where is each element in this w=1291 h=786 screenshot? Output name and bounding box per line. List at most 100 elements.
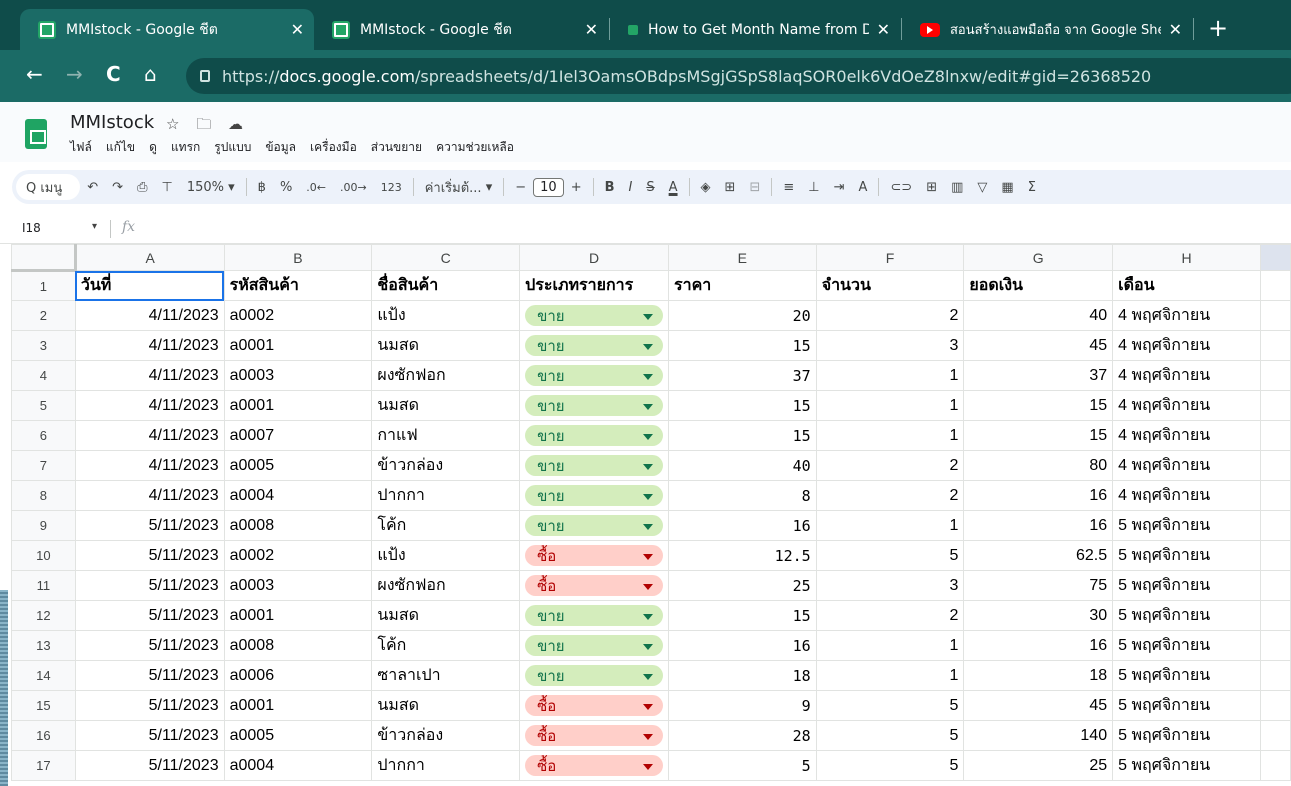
text-color-button[interactable]: A xyxy=(662,180,685,195)
new-tab-button[interactable]: + xyxy=(1208,14,1228,42)
type-cell[interactable]: ซื้อ xyxy=(519,750,670,781)
price-cell[interactable]: 8 xyxy=(668,480,817,511)
month-cell[interactable]: 5 พฤศจิกายน xyxy=(1112,510,1261,541)
qty-cell[interactable]: 2 xyxy=(815,480,965,511)
month-cell[interactable]: 5 พฤศจิกายน xyxy=(1112,630,1261,661)
insert-link-icon[interactable]: ⊂⊃ xyxy=(883,180,919,195)
total-cell[interactable]: 16 xyxy=(963,510,1114,541)
date-cell[interactable]: 5/11/2023 xyxy=(74,600,225,631)
product-name-cell[interactable]: ซาลาเปา xyxy=(371,660,521,691)
date-cell[interactable]: 5/11/2023 xyxy=(74,630,225,661)
qty-cell[interactable]: 3 xyxy=(815,330,965,361)
column-header-h[interactable]: H xyxy=(1112,244,1261,271)
date-cell[interactable]: 4/11/2023 xyxy=(74,330,225,361)
column-header-f[interactable]: F xyxy=(815,244,965,271)
row-header[interactable]: 8 xyxy=(11,480,76,511)
qty-cell[interactable]: 1 xyxy=(815,360,965,391)
row-header[interactable]: 9 xyxy=(11,510,76,541)
menu-edit[interactable]: แก้ไข xyxy=(106,138,135,157)
type-dropdown-chip[interactable]: ขาย xyxy=(525,395,664,416)
type-dropdown-chip[interactable]: ขาย xyxy=(525,305,664,326)
header-cell-qty[interactable]: จำนวน xyxy=(815,270,965,301)
product-name-cell[interactable]: โค้ก xyxy=(371,510,521,541)
header-cell-type[interactable]: ประเภทรายการ xyxy=(519,270,670,301)
code-cell[interactable]: a0004 xyxy=(223,750,373,781)
price-cell[interactable]: 18 xyxy=(668,660,817,691)
empty-cell[interactable] xyxy=(1259,690,1291,721)
price-cell[interactable]: 16 xyxy=(668,630,817,661)
month-cell[interactable]: 4 พฤศจิกายน xyxy=(1112,300,1261,331)
date-cell[interactable]: 5/11/2023 xyxy=(74,570,225,601)
price-cell[interactable]: 15 xyxy=(668,330,817,361)
type-cell[interactable]: ซื้อ xyxy=(519,690,670,721)
qty-cell[interactable]: 2 xyxy=(815,600,965,631)
month-cell[interactable]: 4 พฤศจิกายน xyxy=(1112,360,1261,391)
month-cell[interactable]: 5 พฤศจิกายน xyxy=(1112,570,1261,601)
empty-cell[interactable] xyxy=(1259,270,1291,301)
type-cell[interactable]: ขาย xyxy=(519,450,670,481)
code-cell[interactable]: a0001 xyxy=(223,330,373,361)
product-name-cell[interactable]: ปากกา xyxy=(371,480,521,511)
menu-help[interactable]: ความช่วยเหลือ xyxy=(436,138,514,157)
date-cell[interactable]: 5/11/2023 xyxy=(74,540,225,571)
redo-icon[interactable]: ↷ xyxy=(105,180,130,195)
header-cell-name[interactable]: ชื่อสินค้า xyxy=(371,270,521,301)
zoom-select[interactable]: 150% ▾ xyxy=(180,180,242,195)
row-header[interactable]: 7 xyxy=(11,450,76,481)
code-cell[interactable]: a0005 xyxy=(223,720,373,751)
month-cell[interactable]: 5 พฤศจิกายน xyxy=(1112,690,1261,721)
menu-search-input[interactable]: Q เมนู xyxy=(16,174,81,200)
total-cell[interactable]: 45 xyxy=(963,690,1114,721)
menu-format[interactable]: รูปแบบ xyxy=(214,138,251,157)
qty-cell[interactable]: 2 xyxy=(815,450,965,481)
type-cell[interactable]: ซื้อ xyxy=(519,720,670,751)
empty-cell[interactable] xyxy=(1259,330,1291,361)
row-header[interactable]: 17 xyxy=(11,750,76,781)
month-cell[interactable]: 5 พฤศจิกายน xyxy=(1112,750,1261,781)
price-cell[interactable]: 20 xyxy=(668,300,817,331)
column-header-b[interactable]: B xyxy=(223,244,373,271)
type-cell[interactable]: ขาย xyxy=(519,480,670,511)
type-cell[interactable]: ขาย xyxy=(519,630,670,661)
type-dropdown-chip[interactable]: ขาย xyxy=(525,425,664,446)
product-name-cell[interactable]: ข้าวกล่อง xyxy=(371,450,521,481)
type-dropdown-chip[interactable]: ซื้อ xyxy=(525,575,664,596)
type-dropdown-chip[interactable]: ขาย xyxy=(525,485,664,506)
price-cell[interactable]: 15 xyxy=(668,420,817,451)
code-cell[interactable]: a0005 xyxy=(223,450,373,481)
merge-cells-icon[interactable]: ⊟ xyxy=(742,180,767,195)
type-cell[interactable]: ขาย xyxy=(519,660,670,691)
back-arrow-icon[interactable]: ← xyxy=(26,62,43,86)
product-name-cell[interactable]: ผงซักฟอก xyxy=(371,570,521,601)
type-dropdown-chip[interactable]: ซื้อ xyxy=(525,545,664,566)
empty-cell[interactable] xyxy=(1259,480,1291,511)
type-cell[interactable]: ซื้อ xyxy=(519,540,670,571)
total-cell[interactable]: 30 xyxy=(963,600,1114,631)
text-rotate-icon[interactable]: A xyxy=(852,180,875,195)
qty-cell[interactable]: 1 xyxy=(815,660,965,691)
empty-cell[interactable] xyxy=(1259,510,1291,541)
product-name-cell[interactable]: ผงซักฟอก xyxy=(371,360,521,391)
type-dropdown-chip[interactable]: ขาย xyxy=(525,635,664,656)
header-cell-total[interactable]: ยอดเงิน xyxy=(963,270,1114,301)
code-cell[interactable]: a0007 xyxy=(223,420,373,451)
row-header[interactable]: 16 xyxy=(11,720,76,751)
total-cell[interactable]: 80 xyxy=(963,450,1114,481)
insert-chart-icon[interactable]: ▥ xyxy=(944,180,970,195)
empty-cell[interactable] xyxy=(1259,630,1291,661)
empty-cell[interactable] xyxy=(1259,600,1291,631)
close-icon[interactable]: ✕ xyxy=(877,20,890,39)
lock-icon[interactable] xyxy=(200,70,210,82)
total-cell[interactable]: 45 xyxy=(963,330,1114,361)
row-header[interactable]: 14 xyxy=(11,660,76,691)
date-cell[interactable]: 4/11/2023 xyxy=(74,360,225,391)
month-cell[interactable]: 5 พฤศจิกายน xyxy=(1112,660,1261,691)
qty-cell[interactable]: 3 xyxy=(815,570,965,601)
menu-data[interactable]: ข้อมูล xyxy=(265,138,296,157)
header-cell-date[interactable]: วันที่ xyxy=(74,270,225,301)
tab-mmistock-1[interactable]: MMIstock - Google ชีต ✕ xyxy=(20,9,314,50)
horizontal-align-icon[interactable]: ≡ xyxy=(776,180,801,195)
menu-tools[interactable]: เครื่องมือ xyxy=(310,138,357,157)
product-name-cell[interactable]: นมสด xyxy=(371,690,521,721)
column-header-i[interactable] xyxy=(1259,244,1291,271)
